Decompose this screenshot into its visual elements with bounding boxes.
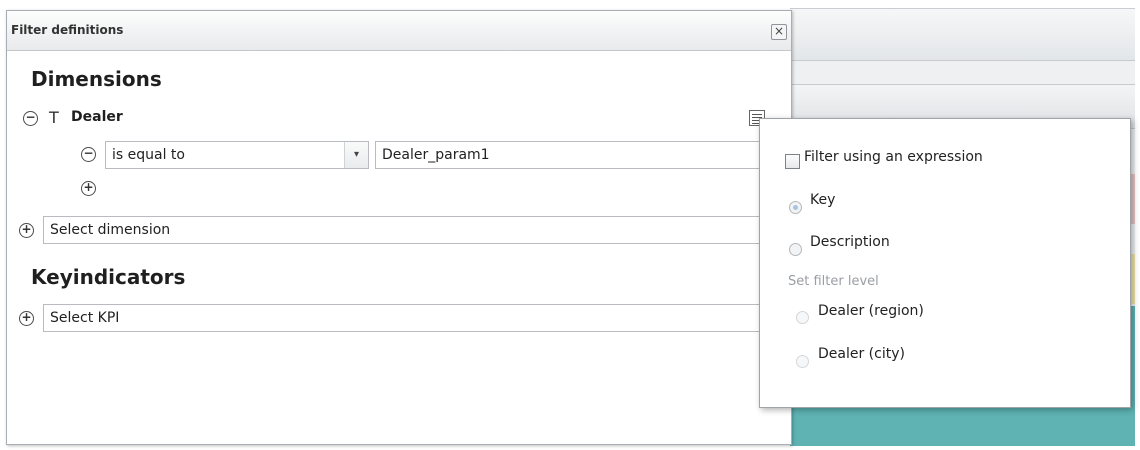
radio-level-region-label: Dealer (region) <box>818 303 924 319</box>
select-dimension-placeholder: Select dimension <box>50 222 171 238</box>
operator-select[interactable]: is equal to ▾ <box>105 141 369 169</box>
radio-key[interactable] <box>789 201 802 214</box>
remove-dimension-button[interactable]: − <box>23 111 38 126</box>
dimension-label-dealer: Dealer <box>71 109 123 125</box>
condition-value-input[interactable]: Dealer_param1 <box>375 141 765 169</box>
expression-checkbox-label: Filter using an expression <box>804 149 983 165</box>
radio-description[interactable] <box>789 243 802 256</box>
add-condition-button[interactable]: + <box>81 181 96 196</box>
add-kpi-button[interactable]: + <box>19 311 34 326</box>
text-type-icon: T <box>49 108 59 127</box>
radio-description-label: Description <box>810 234 890 250</box>
filter-definitions-dialog: Filter definitions × Dimensions − T Deal… <box>6 10 792 445</box>
select-dimension-dropdown[interactable]: Select dimension <box>43 216 765 244</box>
dimensions-heading: Dimensions <box>31 67 162 91</box>
keyindicators-heading: Keyindicators <box>31 265 186 289</box>
operator-select-value: is equal to <box>112 147 185 163</box>
select-kpi-placeholder: Select KPI <box>50 310 120 326</box>
add-dimension-button[interactable]: + <box>19 223 34 238</box>
dialog-title: Filter definitions <box>11 23 124 37</box>
radio-level-city[interactable] <box>796 355 809 368</box>
remove-condition-button[interactable]: − <box>81 147 96 162</box>
radio-level-city-label: Dealer (city) <box>818 346 905 362</box>
radio-level-region[interactable] <box>796 311 809 324</box>
expression-checkbox[interactable] <box>785 154 800 169</box>
dialog-header: Filter definitions × <box>7 11 791 51</box>
chevron-down-icon[interactable]: ▾ <box>344 142 368 168</box>
radio-key-label: Key <box>810 192 836 208</box>
filter-options-popup: Filter using an expression Key Descripti… <box>759 118 1131 408</box>
condition-value-text: Dealer_param1 <box>382 147 490 163</box>
background-toolbar <box>790 9 1135 61</box>
close-button[interactable]: × <box>771 24 787 40</box>
select-kpi-dropdown[interactable]: Select KPI <box>43 304 765 332</box>
filter-level-heading: Set filter level <box>788 274 879 289</box>
